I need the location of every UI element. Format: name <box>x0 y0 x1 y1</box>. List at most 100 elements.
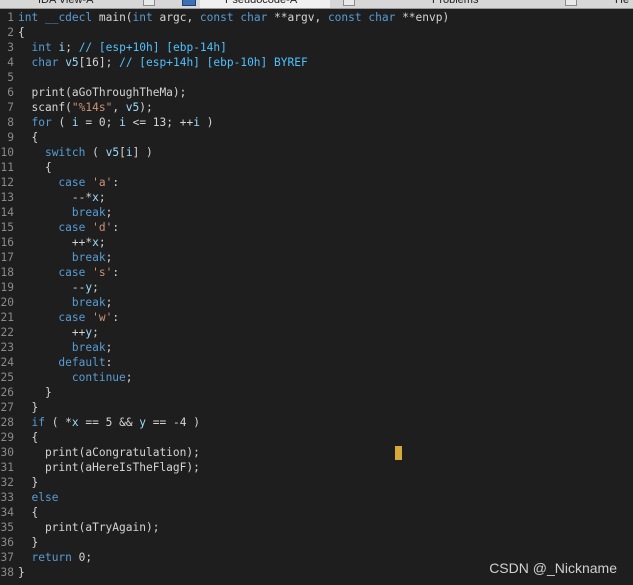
code-text: int i; // [esp+10h] [ebp-14h] <box>31 41 227 54</box>
code-text: case 'w': <box>58 311 120 324</box>
code-line[interactable]: 12 case 'a': <box>0 175 633 190</box>
line-number: 10 <box>0 146 14 159</box>
code-text: case 's': <box>58 266 120 279</box>
code-line[interactable]: 1 int __cdecl main(int argc, const char *… <box>0 10 633 25</box>
line-number: 6 <box>7 86 14 99</box>
code-line[interactable]: 35 print(aTryAgain); <box>0 520 633 535</box>
line-number: 9 <box>7 131 14 144</box>
pseudocode-window: IDA View-A Pseudocode-A Problems He 1 int… <box>0 0 633 585</box>
close-icon[interactable] <box>565 0 577 6</box>
code-line[interactable]: 19 --y; <box>0 280 633 295</box>
tab-hex-view[interactable]: He <box>615 0 629 8</box>
line-number: 28 <box>0 416 14 429</box>
code-line[interactable]: 24 default: <box>0 355 633 370</box>
code-line[interactable]: 18 case 's': <box>0 265 633 280</box>
line-number: 30 <box>0 446 14 459</box>
code-line[interactable]: 27 } <box>0 400 633 415</box>
pseudocode-icon <box>182 0 196 6</box>
line-number: 1 <box>7 11 14 24</box>
code-text: default: <box>58 356 113 369</box>
tab-ida-view-a[interactable]: IDA View-A <box>38 0 93 8</box>
line-number: 36 <box>0 536 14 549</box>
code-text: --*x; <box>18 191 106 204</box>
code-line[interactable]: 5 <box>0 70 633 85</box>
code-line[interactable]: 11 { <box>0 160 633 175</box>
code-line[interactable]: 15 case 'd': <box>0 220 633 235</box>
code-text: case 'd': <box>58 221 120 234</box>
code-text: switch ( v5[i] ) <box>44 146 153 159</box>
code-text: } <box>18 386 52 399</box>
code-line[interactable]: 7 scanf("%14s", v5); <box>0 100 633 115</box>
code-line[interactable]: 25 continue; <box>0 370 633 385</box>
line-number: 31 <box>0 461 14 474</box>
code-line[interactable]: 33 else <box>0 490 633 505</box>
line-number: 34 <box>0 506 14 519</box>
line-number: 7 <box>7 101 14 114</box>
code-text: break; <box>71 206 113 219</box>
code-text: } <box>18 476 39 489</box>
code-text: { <box>18 131 39 144</box>
code-line[interactable]: 6 print(aGoThroughTheMa); <box>0 85 633 100</box>
code-text: } <box>18 536 39 549</box>
code-line[interactable]: 8 for ( i = 0; i <= 13; ++i ) <box>0 115 633 130</box>
tab-problems[interactable]: Problems <box>432 0 478 8</box>
close-icon[interactable] <box>143 0 155 6</box>
line-number: 19 <box>0 281 14 294</box>
code-text: continue; <box>71 371 133 384</box>
code-text: return 0; <box>31 551 93 564</box>
code-line[interactable]: 22 ++y; <box>0 325 633 340</box>
code-line[interactable]: 4 char v5[16]; // [esp+14h] [ebp-10h] BY… <box>0 55 633 70</box>
code-text: { <box>18 506 39 519</box>
code-line[interactable]: 36 } <box>0 535 633 550</box>
code-line[interactable]: 26 } <box>0 385 633 400</box>
code-text: print(aGoThroughTheMa); <box>18 86 187 99</box>
line-number: 35 <box>0 521 14 534</box>
line-number: 16 <box>0 236 14 249</box>
line-number: 5 <box>7 71 14 84</box>
code-text: } <box>18 401 39 414</box>
code-text: else <box>31 491 59 504</box>
code-text: scanf("%14s", v5); <box>18 101 153 114</box>
code-line[interactable]: 17 break; <box>0 250 633 265</box>
code-line[interactable]: 30 print(aCongratulation); <box>0 445 633 460</box>
code-line[interactable]: 13 --*x; <box>0 190 633 205</box>
code-text: print(aHereIsTheFlagF); <box>18 461 200 474</box>
code-line[interactable]: 20 break; <box>0 295 633 310</box>
line-number: 25 <box>0 371 14 384</box>
code-text: print(aTryAgain); <box>18 521 160 534</box>
line-number: 12 <box>0 176 14 189</box>
line-number: 13 <box>0 191 14 204</box>
code-line[interactable]: 31 print(aHereIsTheFlagF); <box>0 460 633 475</box>
watermark: CSDN @_Nickname <box>489 560 617 576</box>
code-line[interactable]: 34 { <box>0 505 633 520</box>
line-number: 38 <box>0 566 14 579</box>
close-icon[interactable] <box>343 0 355 6</box>
line-number: 17 <box>0 251 14 264</box>
code-line[interactable]: 16 ++*x; <box>0 235 633 250</box>
code-line[interactable]: 32 } <box>0 475 633 490</box>
code-line[interactable]: 28 if ( *x == 5 && y == -4 ) <box>0 415 633 430</box>
code-line[interactable]: 10 switch ( v5[i] ) <box>0 145 633 160</box>
code-text: print(aCongratulation); <box>18 446 200 459</box>
code-line[interactable]: 29 { <box>0 430 633 445</box>
code-editor[interactable]: 1 int __cdecl main(int argc, const char *… <box>0 10 633 580</box>
line-number: 11 <box>0 161 14 174</box>
line-number: 32 <box>0 476 14 489</box>
code-text: { <box>18 26 25 39</box>
code-text: } <box>18 566 25 579</box>
tab-pseudocode-a[interactable]: Pseudocode-A <box>225 0 297 8</box>
code-text: int __cdecl main(int argc, const char **… <box>18 11 450 24</box>
line-number: 8 <box>7 116 14 129</box>
code-line[interactable]: 14 break; <box>0 205 633 220</box>
code-line[interactable]: 2{ <box>0 25 633 40</box>
line-number: 24 <box>0 356 14 369</box>
code-text: char v5[16]; // [esp+14h] [ebp-10h] BYRE… <box>31 56 308 69</box>
code-line[interactable]: 23 break; <box>0 340 633 355</box>
code-line[interactable]: 9 { <box>0 130 633 145</box>
code-text: if ( *x == 5 && y == -4 ) <box>31 416 200 429</box>
code-line[interactable]: 3 int i; // [esp+10h] [ebp-14h] <box>0 40 633 55</box>
code-line[interactable]: 21 case 'w': <box>0 310 633 325</box>
line-number: 20 <box>0 296 14 309</box>
code-text: break; <box>71 251 113 264</box>
line-number: 15 <box>0 221 14 234</box>
